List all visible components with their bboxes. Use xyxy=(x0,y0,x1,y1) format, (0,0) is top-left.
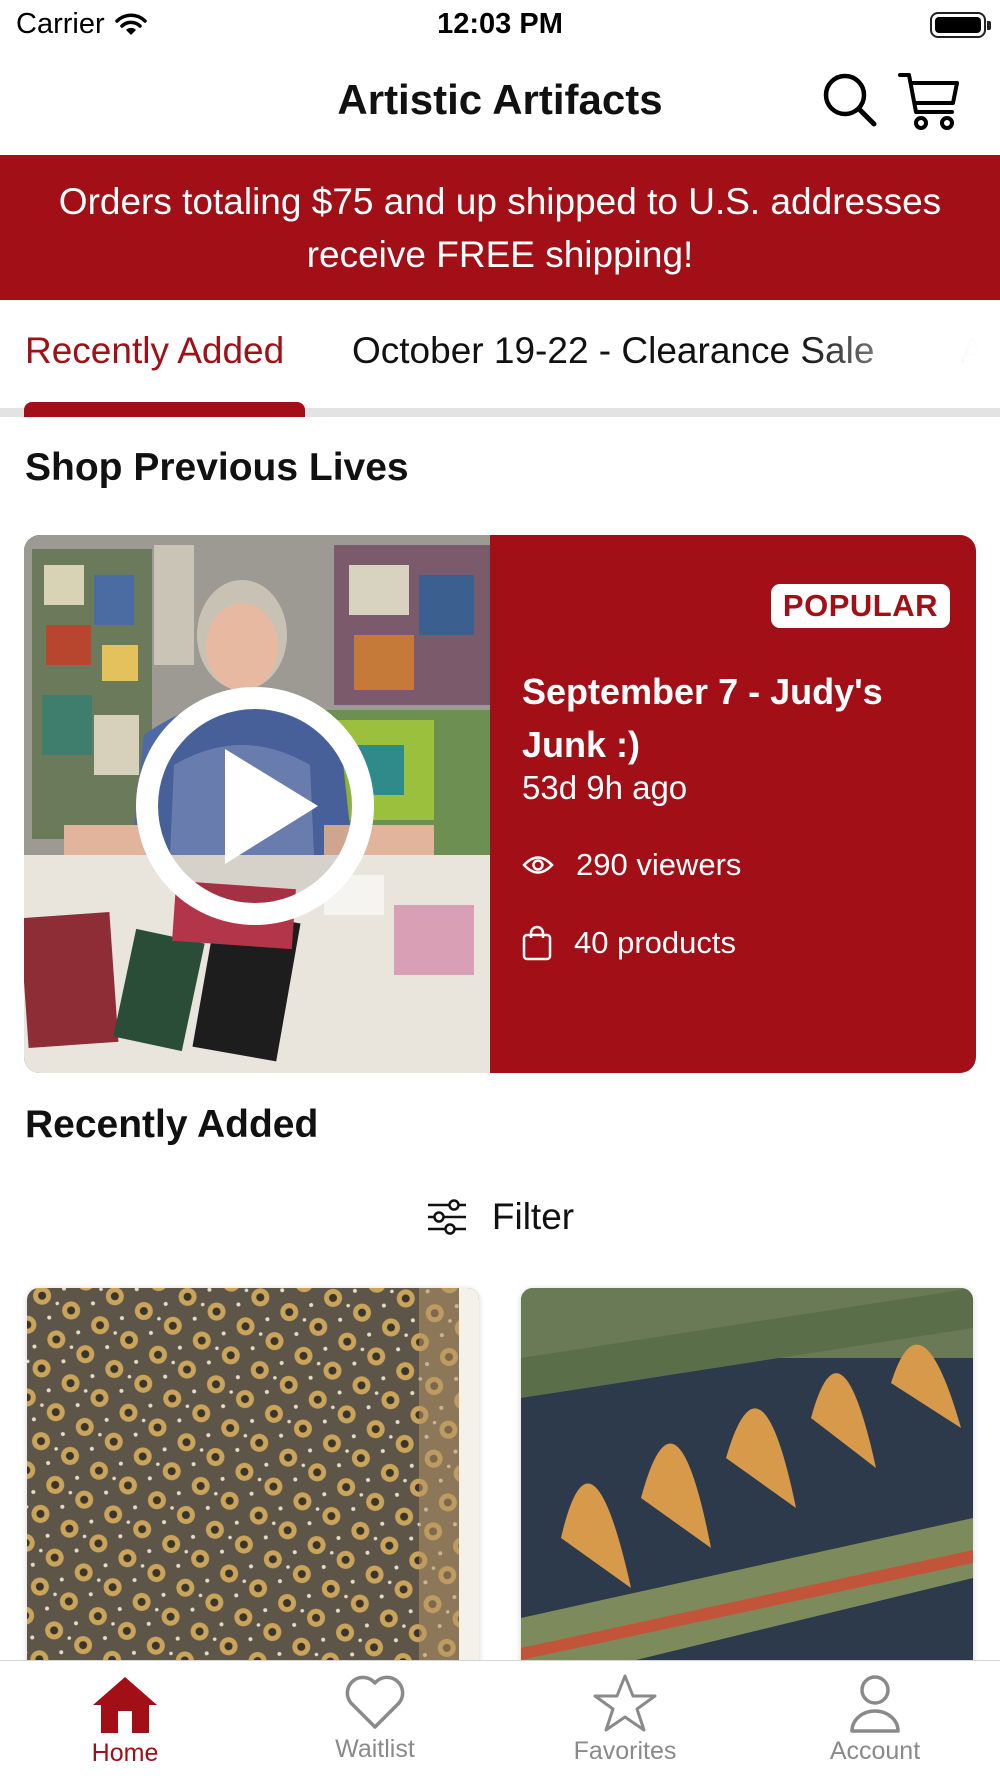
heart-icon xyxy=(345,1675,405,1729)
status-bar: Carrier 12:03 PM xyxy=(0,0,1000,50)
app-header: Artistic Artifacts xyxy=(0,50,1000,154)
tab-clearance-sale[interactable]: October 19-22 - Clearance Sale xyxy=(352,330,874,372)
viewers-stat: 290 viewers xyxy=(522,847,741,883)
product-image xyxy=(27,1288,479,1688)
product-card[interactable] xyxy=(27,1288,479,1688)
viewers-count: 290 viewers xyxy=(576,847,742,882)
live-info-panel: POPULAR September 7 - Judy's Junk :) 53d… xyxy=(490,535,976,1073)
category-tabs: Recently Added October 19-22 - Clearance… xyxy=(0,300,1000,417)
filter-button[interactable]: Filter xyxy=(0,1196,1000,1238)
section-title-previous-lives: Shop Previous Lives xyxy=(25,446,409,489)
tab-recently-added[interactable]: Recently Added xyxy=(25,330,284,372)
person-icon xyxy=(850,1675,900,1733)
tab-home-label: Home xyxy=(91,1739,159,1767)
product-card[interactable] xyxy=(521,1288,973,1688)
shopping-bag-icon xyxy=(522,925,552,961)
search-button[interactable] xyxy=(820,70,880,130)
tab-account[interactable]: Account xyxy=(750,1673,1000,1766)
status-time: 12:03 PM xyxy=(437,8,563,40)
search-icon xyxy=(823,73,877,127)
filter-label: Filter xyxy=(491,1196,575,1237)
products-count: 40 products xyxy=(574,925,736,960)
eye-icon xyxy=(522,856,554,874)
tab-favorites-label: Favorites xyxy=(573,1737,677,1765)
tab-waitlist[interactable]: Waitlist xyxy=(250,1673,500,1764)
home-icon xyxy=(93,1677,157,1733)
tab-account-label: Account xyxy=(829,1737,921,1765)
cart-button[interactable] xyxy=(898,70,959,130)
tab-waitlist-label: Waitlist xyxy=(335,1735,415,1763)
bottom-tab-bar: Home Waitlist Favorites Account xyxy=(0,1660,1000,1778)
product-image xyxy=(521,1288,973,1688)
previous-live-card[interactable]: POPULAR September 7 - Judy's Junk :) 53d… xyxy=(24,535,976,1073)
section-title-recently-added: Recently Added xyxy=(25,1103,319,1146)
products-stat: 40 products xyxy=(522,925,736,961)
banner-text: Orders totaling $75 and up shipped to U.… xyxy=(58,180,942,275)
live-title: September 7 - Judy's Junk :) xyxy=(522,671,883,765)
active-tab-indicator xyxy=(24,402,305,417)
sliders-icon xyxy=(427,1199,466,1235)
tab-home[interactable]: Home xyxy=(0,1673,250,1768)
live-time-ago: 53d 9h ago xyxy=(522,769,688,806)
live-video-thumbnail[interactable] xyxy=(24,535,490,1073)
battery-icon xyxy=(930,12,991,38)
star-icon xyxy=(593,1674,657,1732)
cart-icon xyxy=(898,73,959,130)
play-icon[interactable] xyxy=(133,684,377,928)
tab-more[interactable]: A xyxy=(960,330,985,372)
free-shipping-banner: Orders totaling $75 and up shipped to U.… xyxy=(0,155,1000,300)
popular-badge: POPULAR xyxy=(770,584,950,628)
tab-favorites[interactable]: Favorites xyxy=(500,1673,750,1766)
